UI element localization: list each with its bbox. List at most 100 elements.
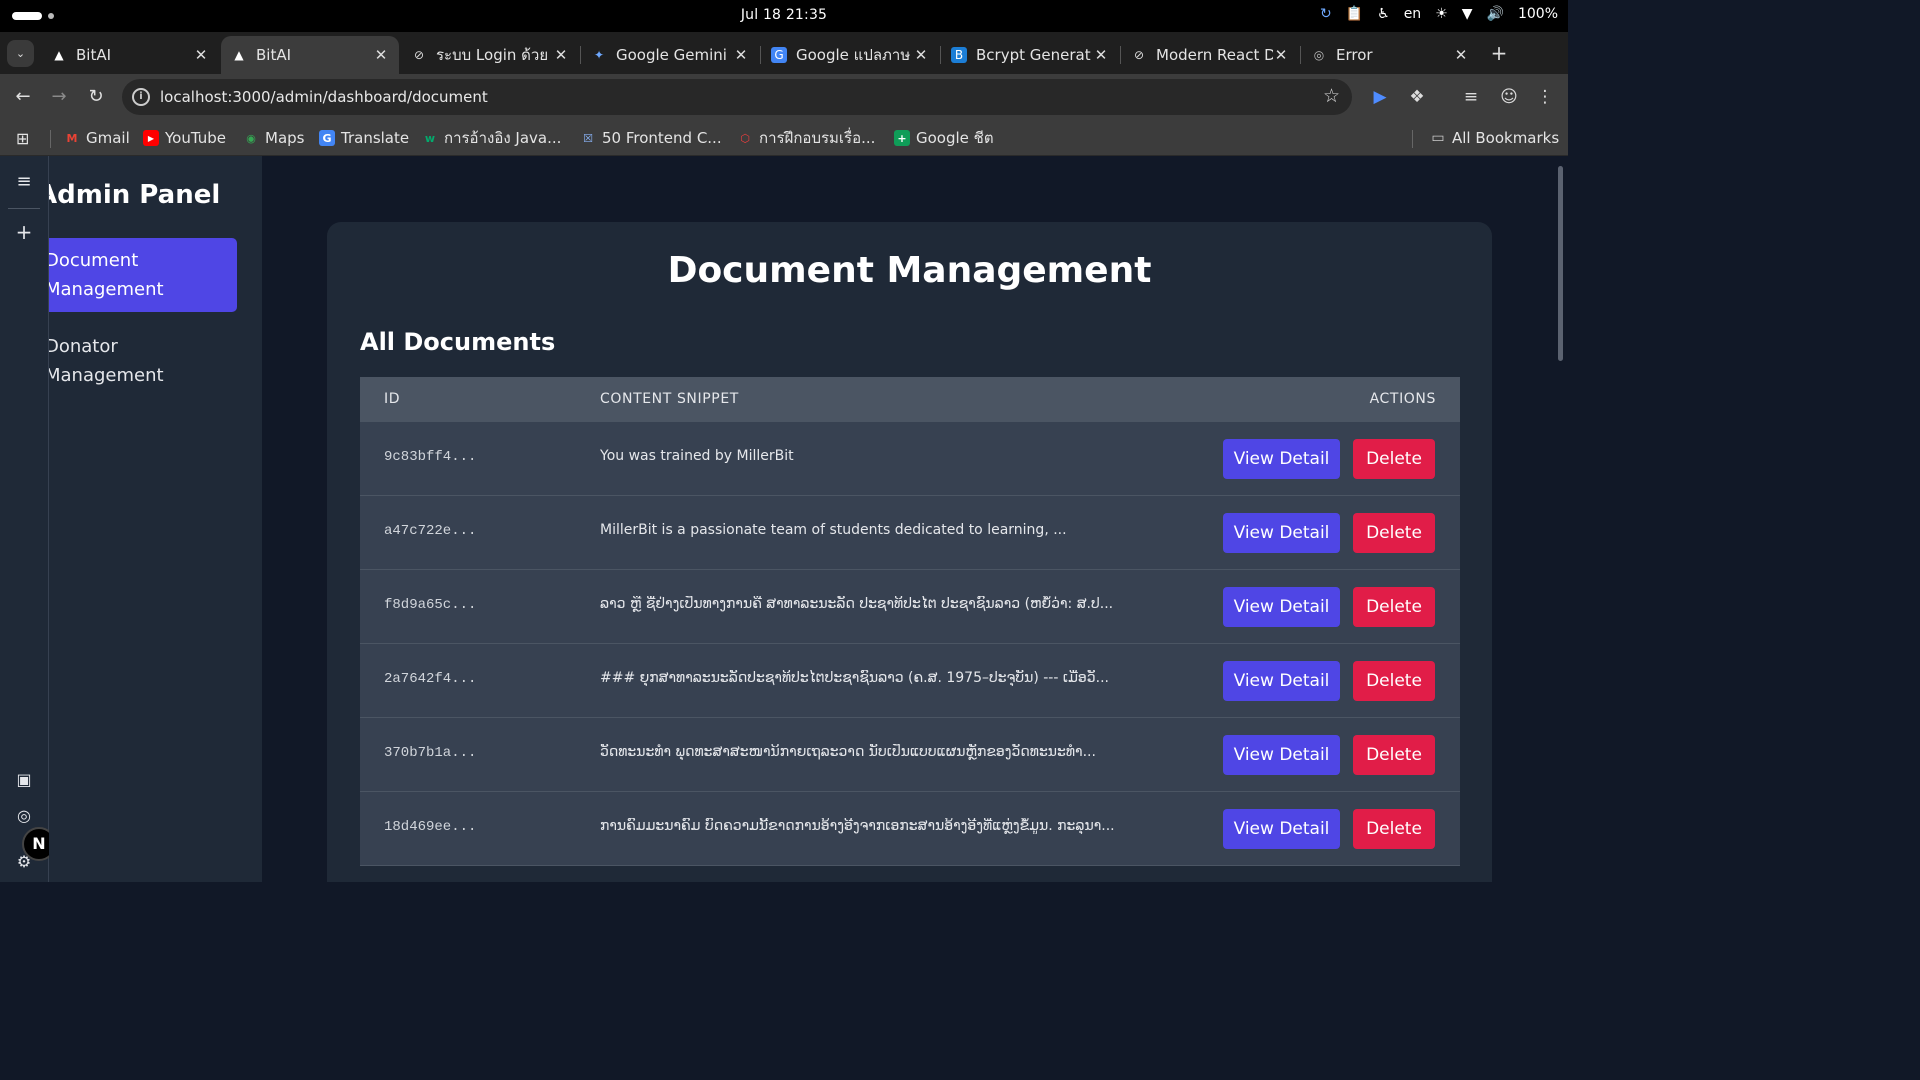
table-row: 370b7b1a... ວັດທະນະທຳ ພຸດທະສາສະໜານິກາຍເຖ…: [360, 718, 1460, 792]
brightness-icon: ☀: [1435, 6, 1448, 22]
table-row: 2a7642f4... ### ຍຸກສາທາລະນະລັດປະຊາທິປະໄຕ…: [360, 644, 1460, 718]
admin-sidebar: Admin Panel Document Management Donator …: [49, 156, 262, 882]
close-icon[interactable]: ✕: [1453, 46, 1469, 64]
extensions-puzzle-icon[interactable]: ❖: [1405, 85, 1429, 109]
forward-button[interactable]: →: [46, 84, 72, 110]
view-detail-button[interactable]: View Detail: [1223, 809, 1340, 849]
back-button[interactable]: ←: [10, 84, 36, 110]
folder-icon: ▭: [1431, 130, 1445, 146]
content-snippet: ການຄົມມະນາຄົມ ບົດຄວາມນີ້ຂາດການອ້າງອີງຈາກ…: [600, 818, 1115, 834]
delete-button[interactable]: Delete: [1353, 809, 1435, 849]
close-icon[interactable]: ✕: [1093, 46, 1109, 64]
sidebar-item-document-management[interactable]: Document Management: [49, 238, 237, 312]
content-snippet: ລາວ ຫຼື ຊື່ຢ່າງເປັນທາງການຄື ສາທາລະນະລັດ …: [600, 596, 1114, 612]
tab-search-button[interactable]: ⌄: [7, 40, 34, 67]
table-row: 18d469ee... ການຄົມມະນາຄົມ ບົດຄວາມນີ້ຂາດກ…: [360, 792, 1460, 866]
tab-bcrypt[interactable]: B Bcrypt Generat ✕: [941, 36, 1119, 74]
site-info-icon[interactable]: i: [132, 88, 150, 106]
rail-divider: [8, 208, 40, 209]
delete-button[interactable]: Delete: [1353, 439, 1435, 479]
tab-translate[interactable]: G Google แปลภาษ ✕: [761, 36, 939, 74]
section-title: All Documents: [360, 328, 556, 356]
sidebar-title: Admin Panel: [49, 180, 221, 210]
delete-button[interactable]: Delete: [1353, 661, 1435, 701]
wifi-icon: ▼: [1461, 6, 1473, 22]
bookmark-translate[interactable]: G Translate: [319, 126, 409, 150]
presentation-icon[interactable]: ▣: [12, 768, 36, 792]
close-icon[interactable]: ✕: [1273, 46, 1289, 64]
documents-table: ID CONTENT SNIPPET ACTIONS 9c83bff4... Y…: [360, 377, 1460, 866]
column-header-id: ID: [384, 391, 401, 407]
bookmark-youtube[interactable]: ▶ YouTube: [143, 126, 226, 150]
close-icon[interactable]: ✕: [193, 46, 209, 64]
bookmark-maps[interactable]: ◉ Maps: [243, 126, 304, 150]
bookmark-training[interactable]: ⬡ การฝึกอบรมเรื่อ...: [737, 126, 875, 150]
close-icon[interactable]: ✕: [913, 46, 929, 64]
triangle-icon: ▲: [234, 48, 244, 62]
translate-icon: G: [771, 47, 787, 63]
os-top-bar: Jul 18 21:35 ↻ 📋 ♿ en ☀ ▼ 🔊 100%: [0, 0, 1568, 32]
hamburger-menu-icon[interactable]: ≡: [12, 170, 36, 194]
browser-toolbar: ← → ↻ i localhost:3000/admin/dashboard/d…: [0, 74, 1568, 120]
column-header-snippet: CONTENT SNIPPET: [600, 391, 739, 407]
close-icon[interactable]: ✕: [373, 46, 389, 64]
sync-icon[interactable]: ↻: [1320, 6, 1332, 22]
view-detail-button[interactable]: View Detail: [1223, 587, 1340, 627]
tab-login[interactable]: ⊘ ระบบ Login ด้วย ✕: [401, 36, 579, 74]
view-detail-button[interactable]: View Detail: [1223, 513, 1340, 553]
close-icon[interactable]: ✕: [553, 46, 569, 64]
menu-kebab-icon[interactable]: ⋮: [1533, 85, 1557, 109]
delete-button[interactable]: Delete: [1353, 513, 1435, 553]
document-card: Document Management All Documents ID CON…: [327, 222, 1492, 882]
delete-button[interactable]: Delete: [1353, 587, 1435, 627]
content-snippet: MillerBit is a passionate team of studen…: [600, 522, 1067, 538]
view-detail-button[interactable]: View Detail: [1223, 661, 1340, 701]
apps-grid-icon[interactable]: ⊞: [16, 126, 29, 150]
add-icon[interactable]: +: [12, 220, 36, 244]
bookmark-star-icon[interactable]: ☆: [1323, 85, 1340, 107]
extension-play-icon[interactable]: ▶: [1368, 85, 1392, 109]
page-scrollbar[interactable]: [1558, 166, 1563, 361]
reload-button[interactable]: ↻: [83, 84, 109, 110]
tab-modern-react[interactable]: ⊘ Modern React D ✕: [1121, 36, 1299, 74]
sheets-icon: +: [894, 130, 910, 146]
tab-bitai[interactable]: ▲ BitAI ✕: [41, 36, 219, 74]
battery-indicator: 100%: [1517, 6, 1558, 22]
media-controls-icon[interactable]: ≡: [1459, 85, 1483, 109]
page-title: Document Management: [667, 250, 1152, 291]
new-tab-button[interactable]: +: [1488, 40, 1510, 66]
clipboard-icon[interactable]: 📋: [1346, 6, 1363, 22]
document-id: 2a7642f4...: [384, 671, 477, 687]
page-content: ≡ + ▣ ◎ ⚙ N Admin Panel Document Managem…: [0, 156, 1568, 882]
tab-gemini[interactable]: ✦ Google Gemini ✕: [581, 36, 759, 74]
gmail-icon: M: [66, 131, 78, 145]
language-indicator[interactable]: en: [1404, 6, 1422, 22]
view-detail-button[interactable]: View Detail: [1223, 735, 1340, 775]
gemini-icon: ✦: [593, 48, 605, 62]
bookmarks-bar: ⊞ M Gmail ▶ YouTube ◉ Maps G Translate w…: [0, 120, 1568, 156]
bookmark-java-reference[interactable]: w การอ้างอิง Java...: [422, 126, 562, 150]
delete-button[interactable]: Delete: [1353, 735, 1435, 775]
react-icon: ⊘: [1133, 48, 1145, 62]
bookmark-50-frontend[interactable]: ☒ 50 Frontend C...: [580, 126, 722, 150]
address-bar[interactable]: i localhost:3000/admin/dashboard/documen…: [122, 79, 1352, 115]
tab-bitai-active[interactable]: ▲ BitAI ✕: [221, 36, 399, 74]
tab-error[interactable]: ◎ Error ✕: [1301, 36, 1479, 74]
system-tray[interactable]: ↻ 📋 ♿ en ☀ ▼ 🔊 100%: [1320, 6, 1558, 22]
all-bookmarks-button[interactable]: ▭ All Bookmarks: [1430, 126, 1559, 150]
bookmark-google-sheets[interactable]: + Google ชีต: [894, 126, 994, 150]
shield-icon: ⬡: [740, 131, 750, 145]
accessibility-icon[interactable]: ♿: [1377, 6, 1390, 22]
document-id: 9c83bff4...: [384, 449, 477, 465]
url-text[interactable]: localhost:3000/admin/dashboard/document: [160, 88, 488, 106]
view-detail-button[interactable]: View Detail: [1223, 439, 1340, 479]
content-snippet: ວັດທະນະທຳ ພຸດທະສາສະໜານິກາຍເຖລະວາດ ນັບເປັ…: [600, 744, 1096, 760]
donation-icon[interactable]: ◎: [12, 804, 36, 828]
content-snippet: ### ຍຸກສາທາລະນະລັດປະຊາທິປະໄຕປະຊາຊົນລາວ (…: [600, 670, 1109, 686]
bcrypt-icon: B: [951, 47, 967, 63]
tab-strip: ⌄ ▲ BitAI ✕ ▲ BitAI ✕ ⊘ ระบบ Login ด้วย …: [0, 32, 1568, 74]
sidebar-item-donator-management[interactable]: Donator Management: [49, 324, 237, 398]
bookmark-gmail[interactable]: M Gmail: [64, 126, 130, 150]
profile-avatar[interactable]: ☺: [1497, 85, 1521, 109]
close-icon[interactable]: ✕: [733, 46, 749, 64]
